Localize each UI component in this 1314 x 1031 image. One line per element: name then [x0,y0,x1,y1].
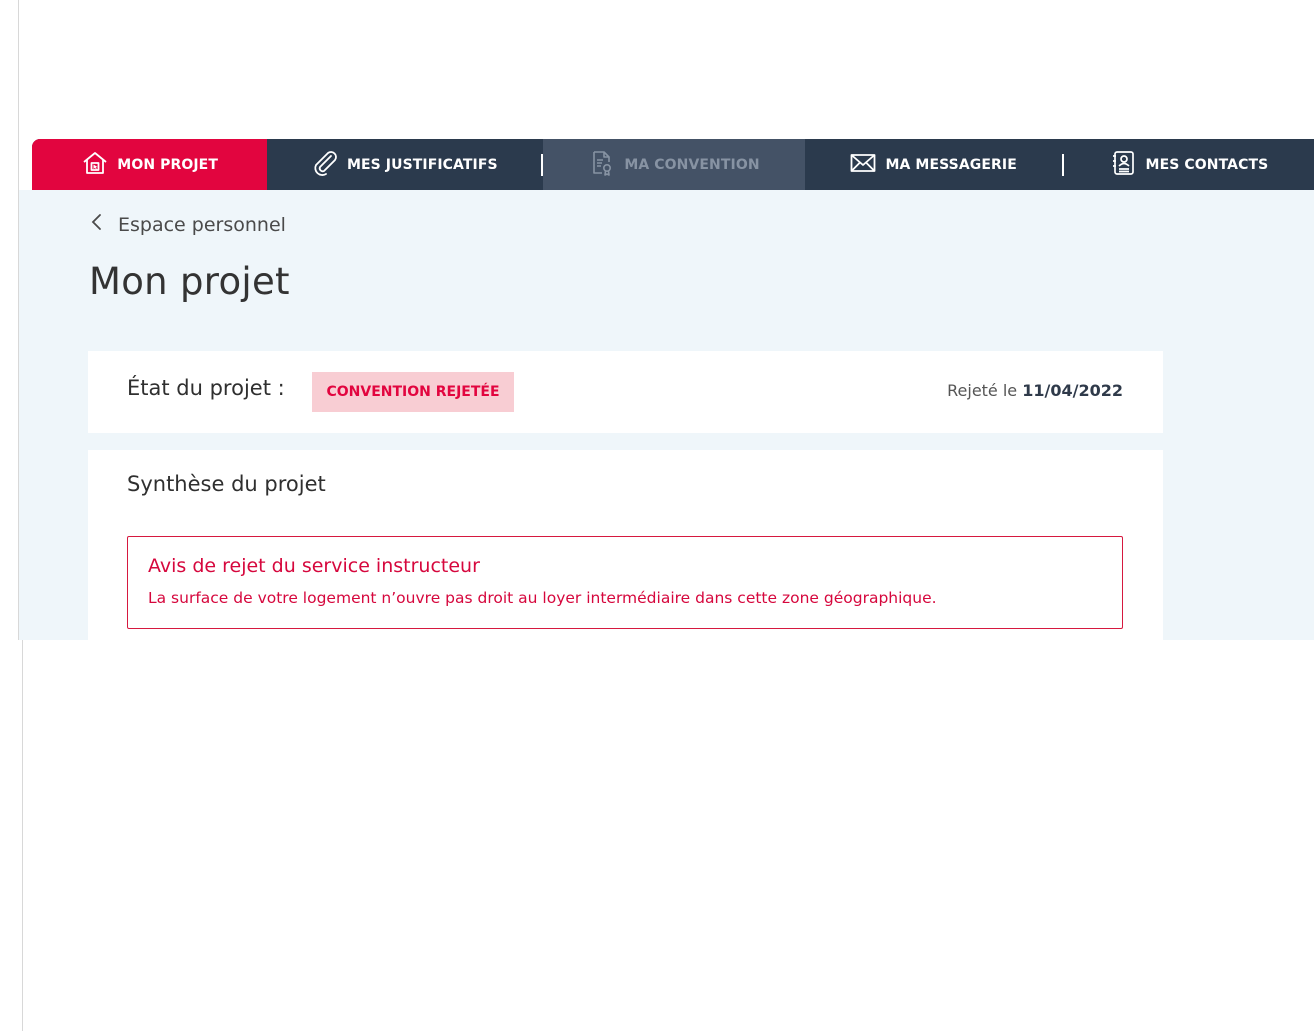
nav-tab-mes-contacts[interactable]: MES CONTACTS [1064,139,1314,190]
rejection-alert-title: Avis de rejet du service instructeur [148,555,480,577]
house-icon [81,149,109,181]
back-link[interactable]: Espace personnel [90,212,286,237]
rejected-date: Rejeté le 11/04/2022 [947,381,1123,400]
status-badge: CONVENTION REJETÉE [312,372,514,412]
envelope-icon [849,149,877,181]
nav-tab-mes-justificatifs[interactable]: MES JUSTIFICATIFS [267,139,541,190]
back-link-label: Espace personnel [118,213,286,236]
main-navigation: MON PROJET MES JUSTIFICATIFS MA CONVENTI… [32,139,1314,190]
rejection-alert-text: La surface de votre logement n’ouvre pas… [148,589,937,607]
rejected-date-value: 11/04/2022 [1022,381,1123,400]
certificate-document-icon [588,149,616,181]
nav-label: MES JUSTIFICATIFS [346,156,498,173]
nav-label: MES CONTACTS [1145,156,1269,173]
paperclip-icon [311,149,339,181]
nav-tab-mon-projet[interactable]: MON PROJET [32,139,268,190]
nav-tab-ma-convention[interactable]: MA CONVENTION [543,139,805,190]
rejected-date-prefix: Rejeté le [947,381,1018,400]
project-synthesis-card: Synthèse du projet Avis de rejet du serv… [88,450,1163,640]
left-border-lower [22,640,23,1031]
synthesis-title: Synthèse du projet [127,472,326,496]
nav-label: MON PROJET [117,156,218,173]
nav-tab-ma-messagerie[interactable]: MA MESSAGERIE [805,139,1062,190]
page-title: Mon projet [89,260,290,303]
chevron-left-icon [90,212,104,237]
nav-label: MA MESSAGERIE [885,156,1017,173]
rejection-alert: Avis de rejet du service instructeur La … [127,536,1123,629]
project-state-card: État du projet : CONVENTION REJETÉE Reje… [88,351,1163,433]
nav-label: MA CONVENTION [624,156,760,173]
project-state-label: État du projet : [127,376,285,400]
contact-book-icon [1110,149,1138,181]
